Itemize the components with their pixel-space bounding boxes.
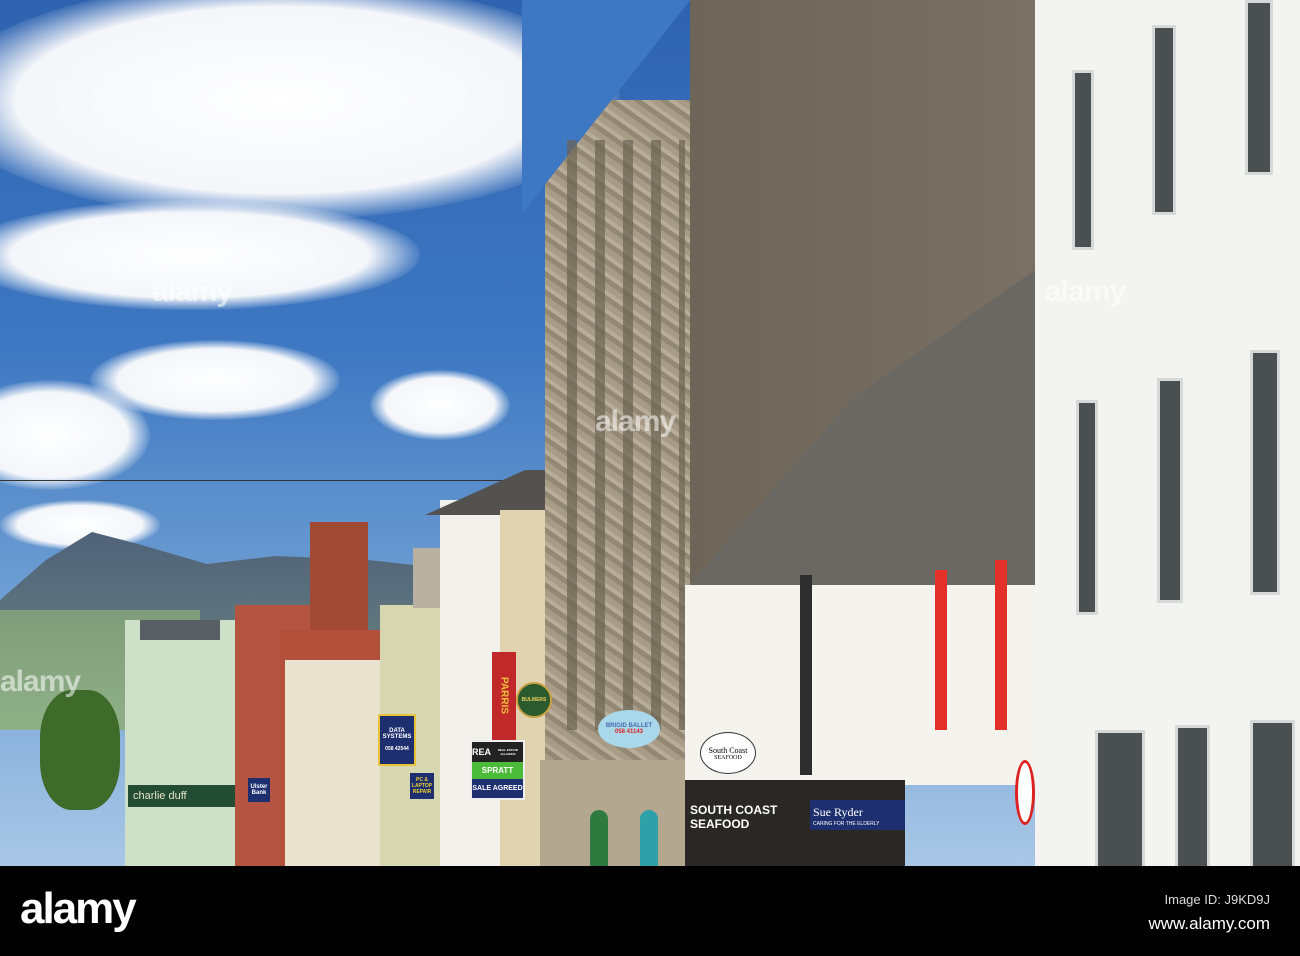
roof: [140, 620, 220, 640]
no-parking-sign: [1015, 760, 1035, 825]
drainpipe: [800, 575, 812, 775]
street-photo: charlie duff Ulster Bank SOUTH COAST SEA…: [0, 0, 1300, 866]
shopfront-arches: [540, 760, 685, 866]
green-building: [125, 620, 235, 866]
teal-arch: [640, 810, 658, 866]
hanging-sign-name: South Coast: [708, 745, 748, 755]
south-coast-seafood-fascia: SOUTH COAST SEAFOOD: [690, 803, 778, 831]
bulmers-sign: BULMERS: [516, 682, 552, 718]
window: [1076, 400, 1098, 615]
rea-panel: REA REAL ESTATE ALLIANCE: [472, 742, 523, 762]
watermark: alamy: [595, 405, 676, 438]
red-window: [935, 570, 947, 730]
window: [1157, 378, 1183, 603]
watermark: alamy: [0, 665, 81, 698]
hanging-sign-seafood: SEAFOOD: [714, 754, 742, 761]
alamy-logo: alamy: [20, 884, 137, 933]
sue-ryder-tagline: CARING FOR THE ELDERLY: [813, 821, 880, 827]
green-arch: [590, 810, 608, 866]
data-systems-sign: DATA SYSTEMS 058 42544: [378, 714, 416, 766]
spratt-panel: SPRATT: [472, 762, 523, 779]
window: [1095, 730, 1145, 866]
data-systems-phone: 058 42544: [385, 746, 409, 752]
window: [1245, 0, 1273, 175]
parris-sign: PARRIS: [492, 652, 516, 740]
window: [1250, 350, 1280, 595]
ulster-bank-sign: Ulster Bank: [248, 778, 270, 802]
sale-agreed-panel: SALE AGREED: [472, 779, 523, 798]
cloud: [370, 370, 510, 440]
brigid-phone: 058 41143: [614, 729, 644, 735]
watermark: alamy: [1045, 275, 1126, 308]
tree: [40, 690, 120, 810]
rea-logo: REA: [472, 747, 492, 757]
image-id: Image ID: J9KD9J: [1164, 892, 1271, 907]
window: [1152, 25, 1176, 215]
rea-subtitle: REAL ESTATE ALLIANCE: [497, 748, 519, 756]
watermark: alamy: [152, 275, 233, 308]
chimney: [310, 522, 368, 632]
roof: [425, 470, 550, 515]
brigid-ballet-sign: BRIGID BALLET 058 41143: [598, 710, 660, 748]
south-coast-hanging-sign: South Coast SEAFOOD: [700, 732, 756, 774]
chimney: [413, 548, 443, 608]
sue-ryder-name: Sue Ryder: [813, 805, 863, 819]
shop-sign: charlie duff: [128, 785, 236, 807]
alamy-url[interactable]: www.alamy.com: [1148, 914, 1270, 934]
window: [1175, 725, 1210, 866]
pc-laptop-sign: PC & LAPTOP REPAIR: [410, 773, 434, 799]
overhead-wire: [0, 480, 540, 481]
red-window: [995, 560, 1007, 730]
data-systems-name: DATA SYSTEMS: [382, 728, 412, 740]
window: [1072, 70, 1094, 250]
estate-agent-sign: REA REAL ESTATE ALLIANCE SPRATT SALE AGR…: [470, 740, 525, 800]
window: [1250, 720, 1295, 866]
sue-ryder-sign: Sue Ryder CARING FOR THE ELDERLY: [810, 800, 905, 830]
